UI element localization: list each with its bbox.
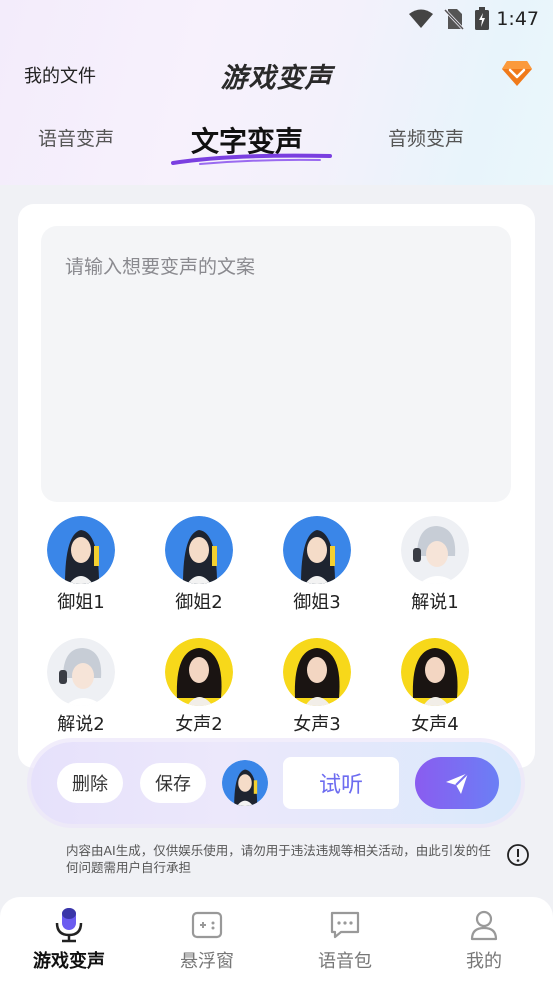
send-button[interactable] — [415, 757, 499, 809]
voice-option[interactable]: 御姐1 — [36, 516, 126, 614]
nav-item-profile[interactable]: 我的 — [429, 907, 539, 973]
tab-bar: 语音变声 文字变声 音频变声 — [0, 112, 553, 172]
text-voice-card: 御姐1 御姐2 御姐3 解说1 解说2 — [18, 204, 535, 768]
chat-bubble-icon — [330, 911, 360, 939]
nav-item-floating-window[interactable]: 悬浮窗 — [152, 907, 262, 973]
avatar — [165, 638, 233, 706]
info-icon[interactable] — [506, 843, 530, 867]
battery-charging-icon — [475, 7, 490, 30]
nav-label: 游戏变声 — [33, 951, 105, 972]
vip-diamond-icon[interactable] — [501, 58, 533, 88]
status-bar: 1:47 — [0, 0, 553, 38]
avatar — [165, 516, 233, 584]
voice-name: 御姐3 — [293, 592, 341, 613]
avatar — [401, 638, 469, 706]
avatar — [401, 516, 469, 584]
voice-name: 女声3 — [293, 714, 341, 735]
selected-voice-avatar[interactable] — [222, 760, 268, 806]
action-bar: 删除 保存 试听 — [31, 742, 521, 824]
avatar — [47, 516, 115, 584]
no-sim-icon — [444, 8, 465, 30]
active-tab-underline — [171, 153, 332, 165]
voice-option[interactable]: 解说1 — [390, 516, 480, 614]
status-time: 1:47 — [496, 8, 539, 30]
send-icon — [446, 772, 469, 794]
tab-audio-change[interactable]: 音频变声 — [388, 124, 464, 151]
voice-name: 御姐1 — [57, 592, 105, 613]
bottom-nav: 游戏变声 悬浮窗 语音包 我的 — [0, 897, 553, 983]
wifi-icon — [409, 9, 434, 28]
voice-option[interactable]: 女声4 — [390, 638, 480, 736]
person-icon — [470, 910, 498, 941]
voice-name: 女声2 — [175, 714, 223, 735]
avatar — [283, 638, 351, 706]
nav-label: 我的 — [466, 951, 502, 972]
voice-name: 御姐2 — [175, 592, 223, 613]
voice-option[interactable]: 御姐3 — [272, 516, 362, 614]
voice-option[interactable]: 女声3 — [272, 638, 362, 736]
gamepad-window-icon — [191, 911, 223, 939]
avatar — [283, 516, 351, 584]
nav-item-voice-pack[interactable]: 语音包 — [290, 907, 400, 973]
preview-button[interactable]: 试听 — [283, 757, 399, 809]
app-title: 游戏变声 — [220, 63, 333, 94]
voice-name: 解说2 — [57, 714, 105, 735]
voice-option[interactable]: 御姐2 — [154, 516, 244, 614]
nav-item-game-voice[interactable]: 游戏变声 — [14, 907, 124, 973]
save-button[interactable]: 保存 — [140, 763, 206, 803]
disclaimer-text: 内容由AI生成，仅供娱乐使用，请勿用于违法违规等相关活动，由此引发的任何问题需用… — [66, 843, 491, 875]
voice-option[interactable]: 女声2 — [154, 638, 244, 736]
nav-label: 语音包 — [318, 951, 372, 972]
voice-name: 女声4 — [411, 714, 459, 735]
avatar — [47, 638, 115, 706]
voice-name: 解说1 — [411, 592, 459, 613]
delete-button[interactable]: 删除 — [57, 763, 123, 803]
nav-label: 悬浮窗 — [180, 951, 234, 972]
header: 我的文件 游戏变声 — [0, 52, 553, 98]
voice-option[interactable]: 解说2 — [36, 638, 126, 736]
tab-voice-change[interactable]: 语音变声 — [38, 124, 114, 151]
text-input[interactable] — [41, 226, 511, 502]
microphone-icon — [55, 908, 83, 943]
